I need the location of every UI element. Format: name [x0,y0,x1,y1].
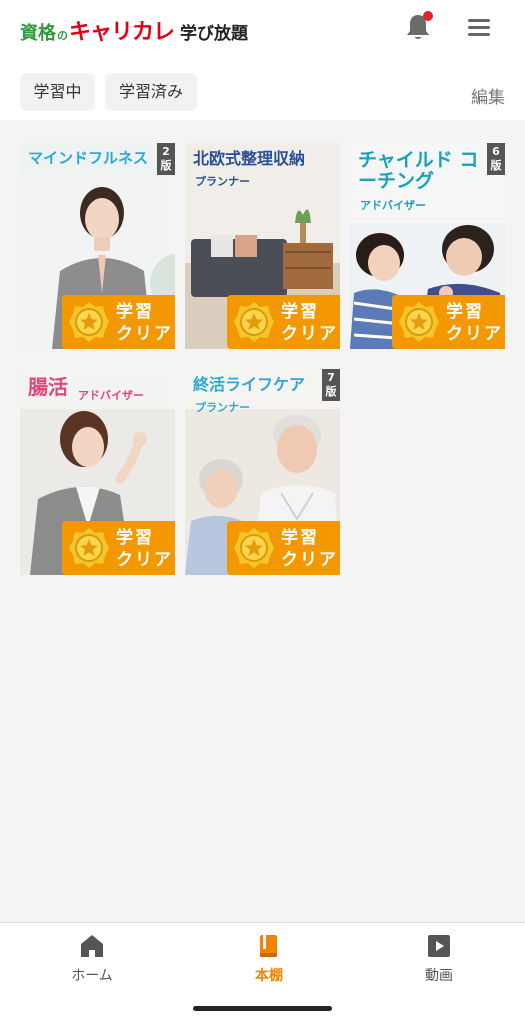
logo-main-text: キャリカレ [69,20,175,45]
course-subtitle: プランナー [195,401,250,414]
badge-line-2: クリア [116,324,173,344]
gold-medal-icon [399,302,439,342]
badge-line-2: クリア [116,550,173,570]
course-card-mindfulness[interactable]: マインドフルネス 2 版 学習 クリア [20,143,175,349]
course-title-text: チャイルド コーチング [358,149,479,192]
nav-home[interactable]: ホーム [42,933,142,985]
badge-label: 学習 クリア [281,301,338,345]
app-logo[interactable]: 資格 の キャリカレ 学び放題 [20,14,249,45]
edit-button[interactable]: 編集 [471,83,505,108]
tab-studying[interactable]: 学習中 [20,73,95,111]
course-title-text: 北欧式整理収納 [193,149,306,168]
app-header: 資格 の キャリカレ 学び放題 [0,0,525,56]
learning-clear-badge: 学習 クリア [227,521,340,575]
nav-bookshelf[interactable]: 本棚 [219,933,319,985]
course-title: マインドフルネス [28,150,148,167]
badge-line-1: 学習 [116,528,154,548]
gold-medal-icon [234,528,274,568]
badge-line-2: クリア [281,550,338,570]
course-subtitle: プランナー [195,175,250,188]
course-title-text: 腸活 [28,375,68,399]
course-title: チャイルド コーチング [358,150,488,192]
badge-label: 学習 クリア [116,301,173,345]
tab-completed[interactable]: 学習済み [105,73,197,111]
hamburger-menu-icon[interactable] [466,14,494,40]
course-title: 北欧式整理収納 [193,150,305,168]
home-icon [81,935,103,957]
badge-line-1: 学習 [281,302,319,322]
badge-line-2: クリア [446,324,503,344]
badge-line-1: 学習 [446,302,484,322]
edition-badge: 2 版 [157,143,175,175]
course-title: 腸活 [28,376,68,398]
bookshelf-icon [260,935,277,957]
badge-line-1: 学習 [116,302,154,322]
course-subtitle: アドバイザー [360,199,426,212]
edition-badge: 6 版 [487,143,505,175]
badge-label: 学習 クリア [116,527,173,571]
learning-clear-badge: 学習 クリア [227,295,340,349]
edition-badge: 7 版 [322,369,340,401]
badge-line-2: クリア [281,324,338,344]
gold-medal-icon [69,302,109,342]
nav-home-label: ホーム [71,968,113,984]
learning-clear-badge: 学習 クリア [392,295,505,349]
course-title-text: マインドフルネス [28,149,149,167]
course-card-end-of-life-care[interactable]: 終活ライフケア プランナー 7 版 学習 クリア [185,369,340,575]
logo-no-text: の [57,29,68,42]
course-title-text: 終活ライフケア [193,375,306,394]
course-card-gut-health[interactable]: 腸活 アドバイザー 学習 クリア [20,369,175,575]
logo-sub-text: 学び放題 [180,24,249,44]
learning-clear-badge: 学習 クリア [62,521,175,575]
course-subtitle: アドバイザー [78,389,144,402]
gold-medal-icon [234,302,274,342]
badge-label: 学習 クリア [446,301,503,345]
home-indicator-bar [193,1006,332,1011]
video-icon [428,935,450,957]
badge-label: 学習 クリア [281,527,338,571]
nav-video[interactable]: 動画 [389,933,489,985]
nav-video-label: 動画 [425,968,453,984]
course-card-child-coaching[interactable]: チャイルド コーチング アドバイザー 6 版 学習 クリア [350,143,505,349]
logo-shikaku-text: 資格 [20,23,56,44]
nav-bookshelf-label: 本棚 [255,968,283,984]
shelf-tabs-bar: 学習中 学習済み 編集 [0,56,525,120]
course-title: 終活ライフケア [193,376,305,394]
badge-line-1: 学習 [281,528,319,548]
notification-dot [423,11,433,21]
learning-clear-badge: 学習 クリア [62,295,175,349]
gold-medal-icon [69,528,109,568]
course-card-nordic-organizing[interactable]: 北欧式整理収納 プランナー 学習 クリア [185,143,340,349]
